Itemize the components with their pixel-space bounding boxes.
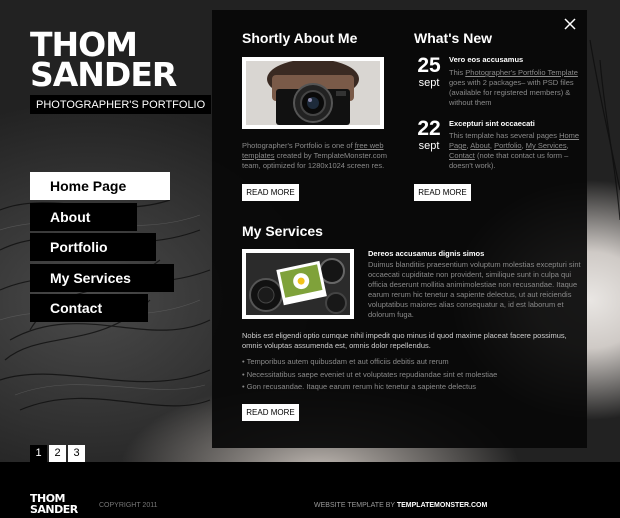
services-read-more-button[interactable]: READ MORE: [242, 404, 299, 421]
site-logo[interactable]: THOM SANDER PHOTOGRAPHER'S PORTFOLIO: [30, 28, 212, 114]
about-photo-frame: [242, 57, 384, 129]
news-text-1: This Photographer's Portfolio Template g…: [449, 68, 578, 107]
main-menu: Home Page About Portfolio My Services Co…: [30, 172, 174, 325]
list-item: • Gon recusandae. Itaque earum rerum hic…: [242, 382, 477, 391]
templatemonster-link[interactable]: TEMPLATEMONSTER.COM: [397, 502, 487, 509]
list-item: • Necessitatibus saepe eveniet ut et vol…: [242, 369, 498, 379]
menu-item-home[interactable]: Home Page: [30, 172, 170, 200]
news-headline-1: Vero eos accusamus: [449, 55, 524, 64]
about-read-more-button[interactable]: READ MORE: [242, 184, 299, 201]
logo-name-line2: SANDER: [30, 55, 177, 94]
services-headline: Dereos accusamus dignis simos: [368, 249, 485, 258]
services-title: My Services: [242, 223, 323, 239]
list-item: • Temporibus autem quibusdam et aut offi…: [242, 357, 449, 366]
portfolio-template-link[interactable]: Photographer's Portfolio Template: [465, 68, 578, 77]
slide-pager: 1 2 3: [30, 445, 85, 462]
menu-item-my-services[interactable]: My Services: [30, 263, 174, 292]
logo-tagline: PHOTOGRAPHER'S PORTFOLIO: [30, 95, 212, 114]
pager-1[interactable]: 1: [30, 445, 47, 462]
link-about[interactable]: About: [470, 141, 490, 150]
news-read-more-button[interactable]: READ MORE: [414, 184, 471, 201]
lenses-photo: [246, 253, 350, 315]
footer-logo[interactable]: THOM SANDER: [30, 493, 78, 515]
news-text-2: This template has several pages Home Pag…: [449, 131, 580, 170]
services-photo-frame: [242, 249, 354, 319]
about-title: Shortly About Me: [242, 30, 358, 46]
menu-item-portfolio[interactable]: Portfolio: [30, 233, 156, 261]
camera-photo: [246, 61, 380, 125]
footer-credit: WEBSITE TEMPLATE BY TEMPLATEMONSTER.COM: [314, 502, 488, 509]
news-date-2: 22 sept: [417, 117, 441, 153]
services-text-2: Nobis est eligendi optio cumque nihil im…: [242, 331, 567, 350]
link-my-services[interactable]: My Services: [526, 141, 567, 150]
footer: [0, 462, 620, 518]
news-headline-2: Excepturi sint occaecati: [449, 119, 535, 128]
menu-item-about[interactable]: About: [30, 202, 137, 231]
footer-copyright: COPYRIGHT 2011: [99, 502, 158, 509]
news-date-1: 25 sept: [417, 54, 441, 90]
news-title: What's New: [414, 30, 493, 46]
services-text: Duimus blanditiis praesentium voluptum m…: [368, 260, 581, 319]
pager-2[interactable]: 2: [49, 445, 66, 462]
pager-3[interactable]: 3: [68, 445, 85, 462]
link-contact[interactable]: Contact: [449, 151, 475, 160]
link-portfolio[interactable]: Portfolio: [494, 141, 522, 150]
menu-item-contact[interactable]: Contact: [30, 294, 148, 322]
services-list: • Temporibus autem quibusdam et aut offi…: [242, 356, 497, 394]
close-icon[interactable]: [563, 17, 577, 31]
about-text: Photographer's Portfolio is one of free …: [242, 141, 387, 170]
